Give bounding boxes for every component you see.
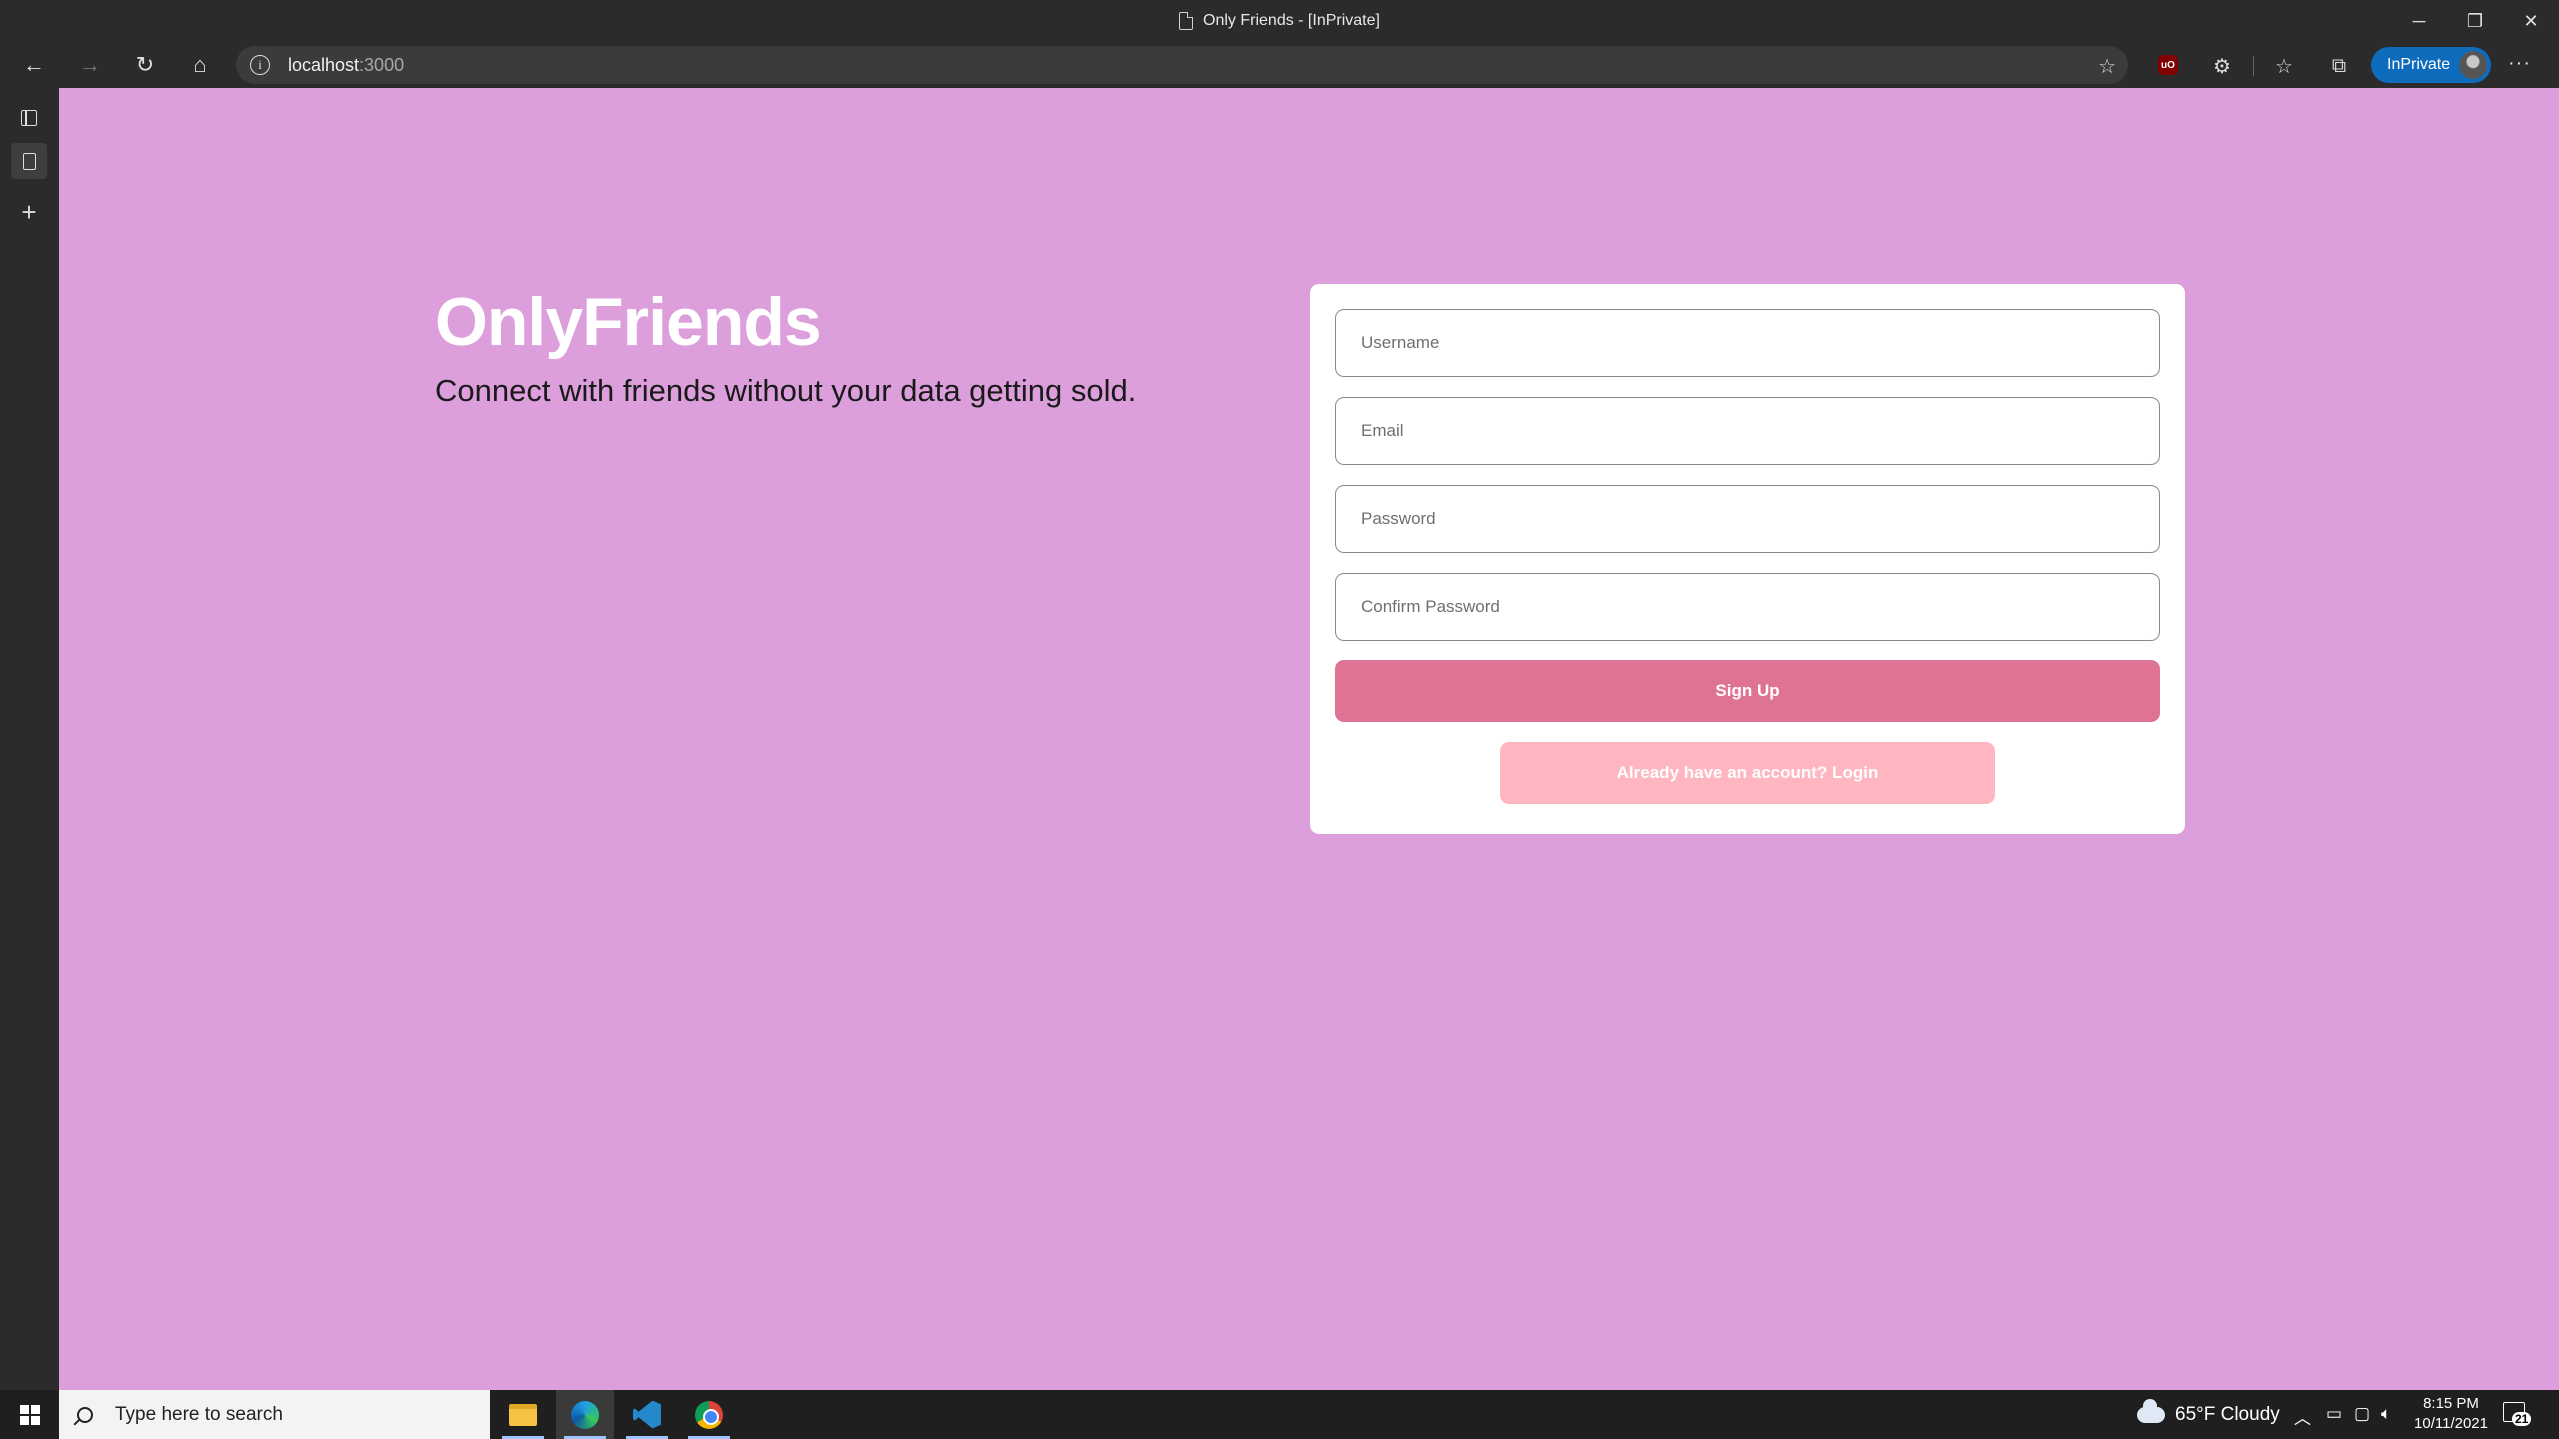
windows-taskbar: Type here to search 65°F Cloudy ︿ ▭ ▢ 🔈︎… <box>0 1390 2559 1439</box>
page-viewport: OnlyFriends Connect with friends without… <box>59 88 2559 1390</box>
minimize-button[interactable]: ─ <box>2391 0 2447 42</box>
notification-count-badge: 21 <box>2512 1412 2532 1426</box>
profile-avatar <box>2459 51 2487 79</box>
page-icon <box>22 152 36 170</box>
meet-now-icon[interactable]: ▢ <box>2354 1404 2370 1424</box>
vscode-app[interactable] <box>618 1390 676 1439</box>
system-clock[interactable]: 8:15 PM 10/11/2021 <box>2413 1394 2489 1434</box>
volume-icon[interactable]: 🔈︎ <box>2381 1404 2391 1424</box>
chrome-app[interactable] <box>680 1390 738 1439</box>
username-field[interactable]: Username <box>1335 309 2160 377</box>
back-icon[interactable]: ← <box>17 48 51 82</box>
url-text[interactable]: localhost:3000 <box>288 55 404 76</box>
hero-section: OnlyFriends Connect with friends without… <box>435 283 1136 409</box>
page-icon <box>1179 12 1194 30</box>
weather-widget[interactable]: 65°F Cloudy <box>2137 1390 2280 1439</box>
chrome-icon <box>695 1400 723 1429</box>
favorites-icon[interactable]: ☆ <box>2271 53 2297 79</box>
clock-time: 8:15 PM <box>2423 1395 2479 1412</box>
search-placeholder: Type here to search <box>115 1403 283 1425</box>
edge-app[interactable] <box>556 1390 614 1439</box>
vertical-tabs-sidebar: + <box>0 88 59 1390</box>
close-button[interactable]: ✕ <box>2503 0 2559 42</box>
toolbar-divider <box>2253 56 2254 76</box>
window-controls: ─ ❐ ✕ <box>2391 0 2559 42</box>
folder-icon <box>509 1403 537 1426</box>
password-field[interactable]: Password <box>1335 485 2160 553</box>
edge-icon <box>571 1400 599 1429</box>
url-host: localhost <box>288 54 360 75</box>
start-button[interactable] <box>0 1390 59 1439</box>
browser-toolbar: ← → ↻ ⌂ i localhost:3000 ☆ uO ⚙ ☆ ⧉ InPr… <box>0 42 2559 88</box>
email-field[interactable]: Email <box>1335 397 2160 465</box>
confirm-password-field[interactable]: Confirm Password <box>1335 573 2160 641</box>
search-icon <box>77 1406 93 1423</box>
login-link-button[interactable]: Already have an account? Login <box>1500 742 1995 804</box>
panel-icon <box>21 110 37 126</box>
extensions-icon[interactable]: ⚙ <box>2209 53 2235 79</box>
forward-icon[interactable]: → <box>73 48 107 82</box>
new-tab-icon[interactable]: + <box>11 194 47 230</box>
url-port: :3000 <box>359 54 405 75</box>
ublock-extension-icon[interactable]: uO <box>2158 55 2178 75</box>
tab-only-friends[interactable] <box>11 143 47 179</box>
collections-icon[interactable]: ⧉ <box>2326 53 2352 79</box>
inprivate-label: InPrivate <box>2387 56 2451 73</box>
address-bar[interactable]: i localhost:3000 ☆ <box>236 46 2128 84</box>
taskbar-search[interactable]: Type here to search <box>59 1390 490 1439</box>
sign-up-button[interactable]: Sign Up <box>1335 660 2160 722</box>
site-info-icon[interactable]: i <box>250 55 270 75</box>
tagline: Connect with friends without your data g… <box>435 373 1137 408</box>
inprivate-button[interactable]: InPrivate <box>2371 47 2491 83</box>
clock-date: 10/11/2021 <box>2414 1415 2488 1432</box>
weather-text: 65°F Cloudy <box>2175 1403 2280 1425</box>
window-title: Only Friends - [InPrivate] <box>1203 12 1380 29</box>
brand-title: OnlyFriends <box>435 284 822 360</box>
signup-card: Username Email Password Confirm Password… <box>1310 284 2185 834</box>
file-explorer-app[interactable] <box>494 1390 552 1439</box>
windows-logo-icon <box>19 1404 40 1425</box>
tab-actions-menu-icon[interactable] <box>11 100 47 136</box>
vscode-icon <box>633 1400 661 1429</box>
restore-button[interactable]: ❐ <box>2447 0 2503 42</box>
home-icon[interactable]: ⌂ <box>183 48 217 82</box>
title-bar: Only Friends - [InPrivate] ─ ❐ ✕ <box>0 0 2559 42</box>
more-menu-icon[interactable]: ··· <box>2508 52 2531 75</box>
cloud-icon <box>2137 1398 2165 1423</box>
show-hidden-icons-chevron-icon[interactable]: ︿ <box>2294 1404 2311 1429</box>
refresh-icon[interactable]: ↻ <box>128 48 162 82</box>
network-icon[interactable]: ▭ <box>2326 1404 2342 1424</box>
add-favorite-icon[interactable]: ☆ <box>2098 54 2116 79</box>
window-title-area: Only Friends - [InPrivate] <box>0 0 2559 42</box>
